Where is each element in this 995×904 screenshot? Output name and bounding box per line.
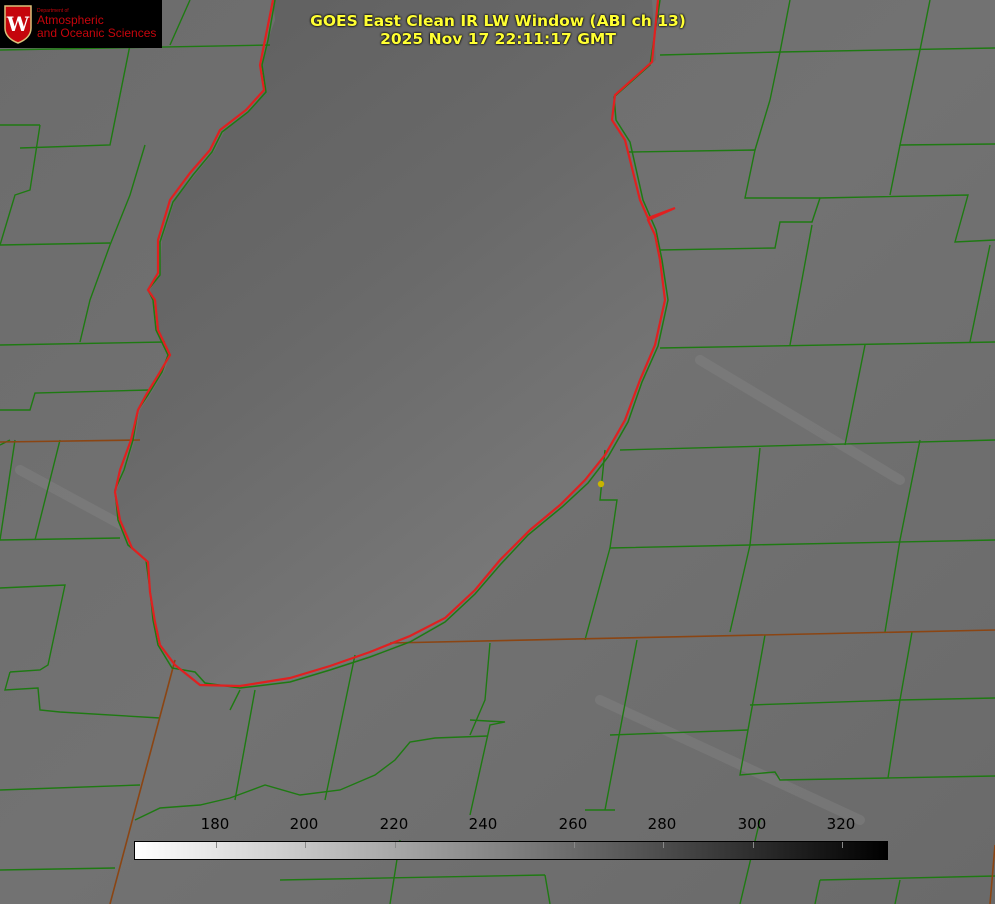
colorbar-tick	[663, 842, 664, 848]
colorbar-tick	[753, 842, 754, 848]
colorbar-tick-label: 260	[558, 815, 588, 833]
colorbar-tick	[484, 842, 485, 848]
title-timestamp: 2025 Nov 17 22:11:17 GMT	[380, 30, 616, 48]
colorbar-tick-label: 200	[289, 815, 319, 833]
colorbar-tick	[842, 842, 843, 848]
logo-text: Department of Atmospheric and Oceanic Sc…	[37, 8, 157, 40]
logo-line2: and Oceanic Sciences	[37, 25, 157, 40]
location-marker	[597, 480, 605, 488]
satellite-map: W Department of Atmospheric and Oceanic …	[0, 0, 995, 904]
colorbar-tick-label: 180	[200, 815, 230, 833]
colorbar-tick	[216, 842, 217, 848]
colorbar-tick-label: 300	[737, 815, 767, 833]
logo-line1: Atmospheric	[37, 13, 104, 28]
title-product: GOES East Clean IR LW Window (ABI ch 13)	[310, 12, 686, 30]
temperature-colorbar	[134, 841, 888, 860]
uw-crest-icon: W	[4, 5, 32, 44]
image-title: GOES East Clean IR LW Window (ABI ch 13)…	[310, 12, 686, 48]
uw-aos-logo: W Department of Atmospheric and Oceanic …	[0, 0, 162, 48]
colorbar-tick-label: 320	[826, 815, 856, 833]
colorbar-tick-label: 220	[379, 815, 409, 833]
colorbar-tick-label: 240	[468, 815, 498, 833]
colorbar-tick	[305, 842, 306, 848]
colorbar-tick	[395, 842, 396, 848]
colorbar-tick-label: 280	[647, 815, 677, 833]
crest-letter: W	[6, 12, 30, 36]
colorbar-tick	[574, 842, 575, 848]
map-layer	[0, 0, 995, 904]
